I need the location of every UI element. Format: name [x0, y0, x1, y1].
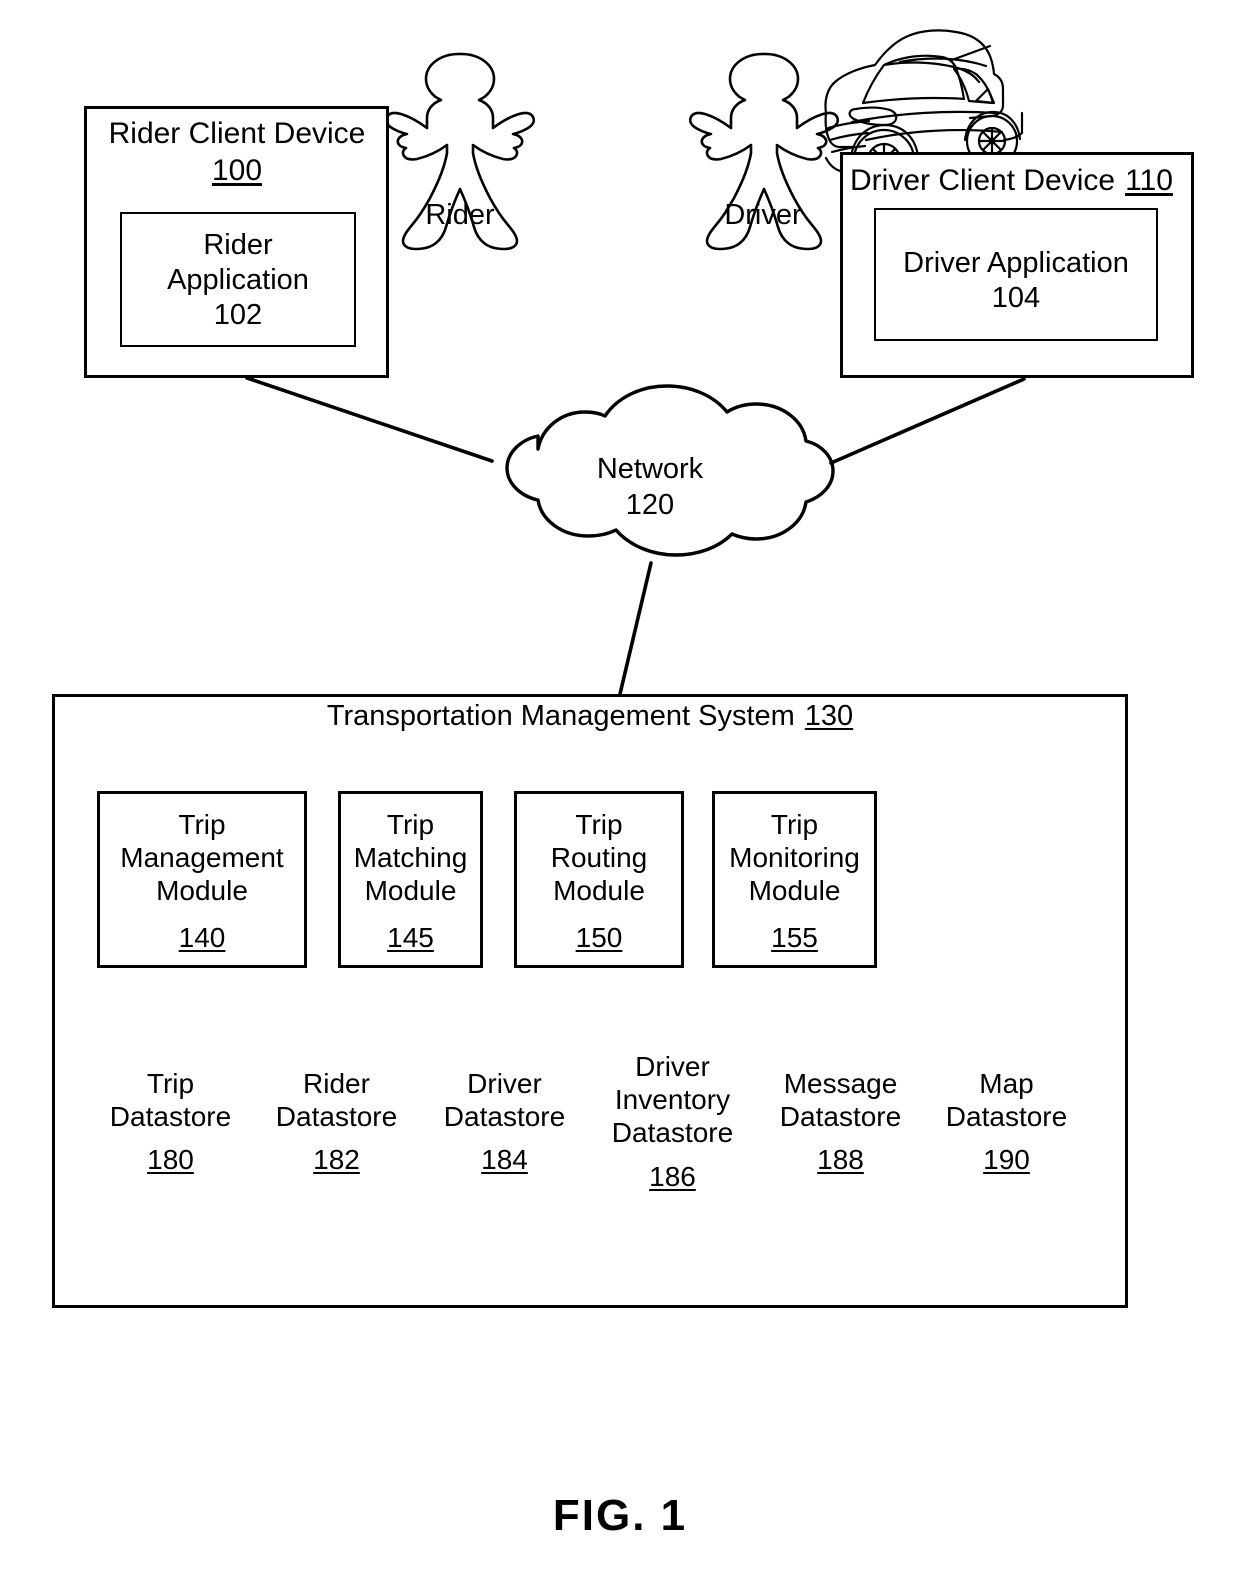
trip-management-module-name: Trip Management Module	[120, 809, 284, 907]
trip-routing-module-name: Trip Routing Module	[550, 809, 648, 907]
rider-application-ref: 102	[213, 299, 263, 331]
driver-actor-label: Driver	[724, 199, 802, 231]
trip-monitoring-module-name: Trip Monitoring Module	[729, 809, 860, 907]
transportation-management-system-box	[52, 694, 1128, 1308]
rider-datastore-ref: 182	[313, 1144, 360, 1175]
figure-canvas: Rider Client Device 100 Rider Applicatio…	[0, 0, 1240, 1585]
rider-actor-label: Rider	[425, 199, 495, 231]
driver-inventory-datastore-name: Driver Inventory Datastore	[611, 1051, 734, 1149]
driver-datastore-name: Driver Datastore	[443, 1068, 566, 1133]
network-ref: 120	[625, 489, 675, 521]
trip-datastore-name: Trip Datastore	[109, 1068, 232, 1133]
map-datastore-name: Map Datastore	[945, 1068, 1068, 1133]
rider-client-device-ref: 100	[211, 154, 263, 187]
trip-matching-module-ref: 145	[387, 922, 434, 953]
map-datastore-ref: 190	[983, 1144, 1030, 1175]
connector-lines	[245, 376, 1026, 696]
driver-application-title: Driver Application	[903, 247, 1129, 279]
driver-client-device-title: Driver Client Device	[850, 164, 1116, 197]
trip-routing-module-ref: 150	[575, 922, 623, 953]
driver-client-device-ref: 110	[1125, 164, 1173, 197]
trip-matching-module-name: Trip Matching Module	[353, 809, 468, 907]
message-datastore-name: Message Datastore	[779, 1068, 902, 1133]
rider-client-device-title: Rider Client Device	[108, 117, 366, 150]
rider-application-title-line1: Rider	[203, 229, 273, 261]
figure-caption: FIG. 1	[552, 1491, 688, 1540]
trip-datastore-ref: 180	[147, 1144, 194, 1175]
driver-application-ref: 104	[991, 282, 1041, 314]
message-datastore-ref: 188	[817, 1144, 864, 1175]
rider-datastore-name: Rider Datastore	[275, 1068, 398, 1133]
connector-network-to-tms	[618, 561, 653, 696]
driver-datastore-ref: 184	[481, 1144, 528, 1175]
tms-ref: 130	[804, 700, 854, 732]
trip-management-module-ref: 140	[178, 922, 226, 953]
trip-monitoring-module-ref: 155	[771, 922, 818, 953]
tms-title-row: Transportation Management System 130	[60, 699, 1120, 733]
connector-rider-to-network	[245, 376, 494, 463]
tms-title: Transportation Management System	[326, 700, 795, 732]
driver-inventory-datastore-ref: 186	[649, 1161, 696, 1192]
connector-driver-to-network	[829, 377, 1026, 465]
driver-client-device-title-row: Driver Client Device 110	[846, 163, 1188, 198]
network-label: Network	[596, 453, 704, 485]
rider-application-title-line2: Application	[167, 264, 309, 296]
